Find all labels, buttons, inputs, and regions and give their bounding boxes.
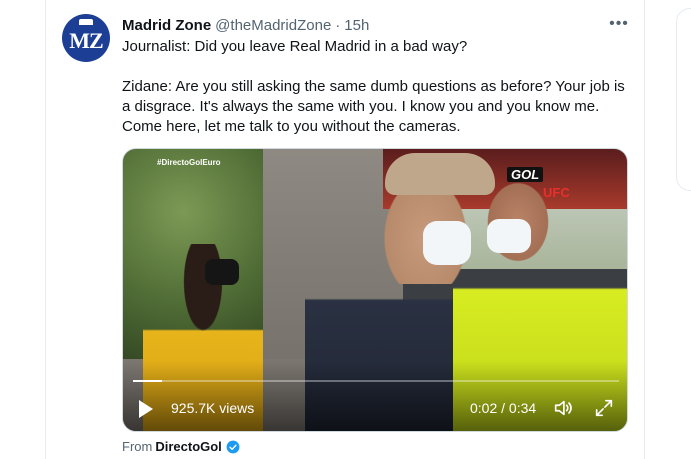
video-progress-fill (133, 380, 163, 382)
video-player[interactable]: #DirectoGolEuro GOL UFC 925.7K views 0:0… (122, 148, 628, 432)
tweet-header: Madrid Zone @theMadridZone · 15h (122, 16, 369, 34)
tweet-text-line: Journalist: Did you leave Real Madrid in… (122, 38, 468, 55)
video-timecode: 0:02 / 0:34 (470, 400, 537, 416)
video-controls: 925.7K views 0:02 / 0:34 (123, 393, 627, 421)
video-overlay-hashtag: #DirectoGolEuro (157, 158, 221, 167)
avatar[interactable]: MZ (62, 14, 110, 62)
left-gutter (0, 0, 46, 459)
author-name[interactable]: Madrid Zone (122, 17, 211, 34)
tweet-timestamp[interactable]: 15h (344, 17, 369, 34)
more-icon[interactable]: ••• (608, 14, 630, 34)
tweet-body: Journalist: Did you leave Real Madrid in… (122, 37, 627, 137)
avatar-monogram: MZ (69, 28, 103, 53)
video-source-attribution: From DirectoGol (122, 439, 240, 454)
source-link[interactable]: DirectoGol (155, 439, 221, 454)
play-icon[interactable] (139, 400, 153, 418)
gol-logo: GOL (507, 167, 544, 182)
video-face-mask (205, 259, 239, 285)
video-face-mask (487, 219, 531, 253)
from-label: From (122, 439, 153, 454)
volume-icon[interactable] (551, 397, 575, 419)
separator-dot: · (335, 16, 341, 34)
fullscreen-icon[interactable] (593, 397, 615, 419)
right-sidebar-card (676, 8, 691, 191)
ufc-logo: UFC (543, 185, 570, 200)
tweet-text-line: Zidane: Are you still asking the same du… (122, 78, 625, 135)
crown-icon (79, 19, 93, 25)
author-handle[interactable]: @theMadridZone (215, 17, 331, 34)
verified-badge-icon (226, 440, 240, 453)
video-cap (385, 153, 495, 195)
video-progress-bar[interactable] (133, 380, 619, 382)
video-frame: #DirectoGolEuro GOL UFC (123, 149, 627, 431)
view-count: 925.7K views (171, 400, 255, 416)
